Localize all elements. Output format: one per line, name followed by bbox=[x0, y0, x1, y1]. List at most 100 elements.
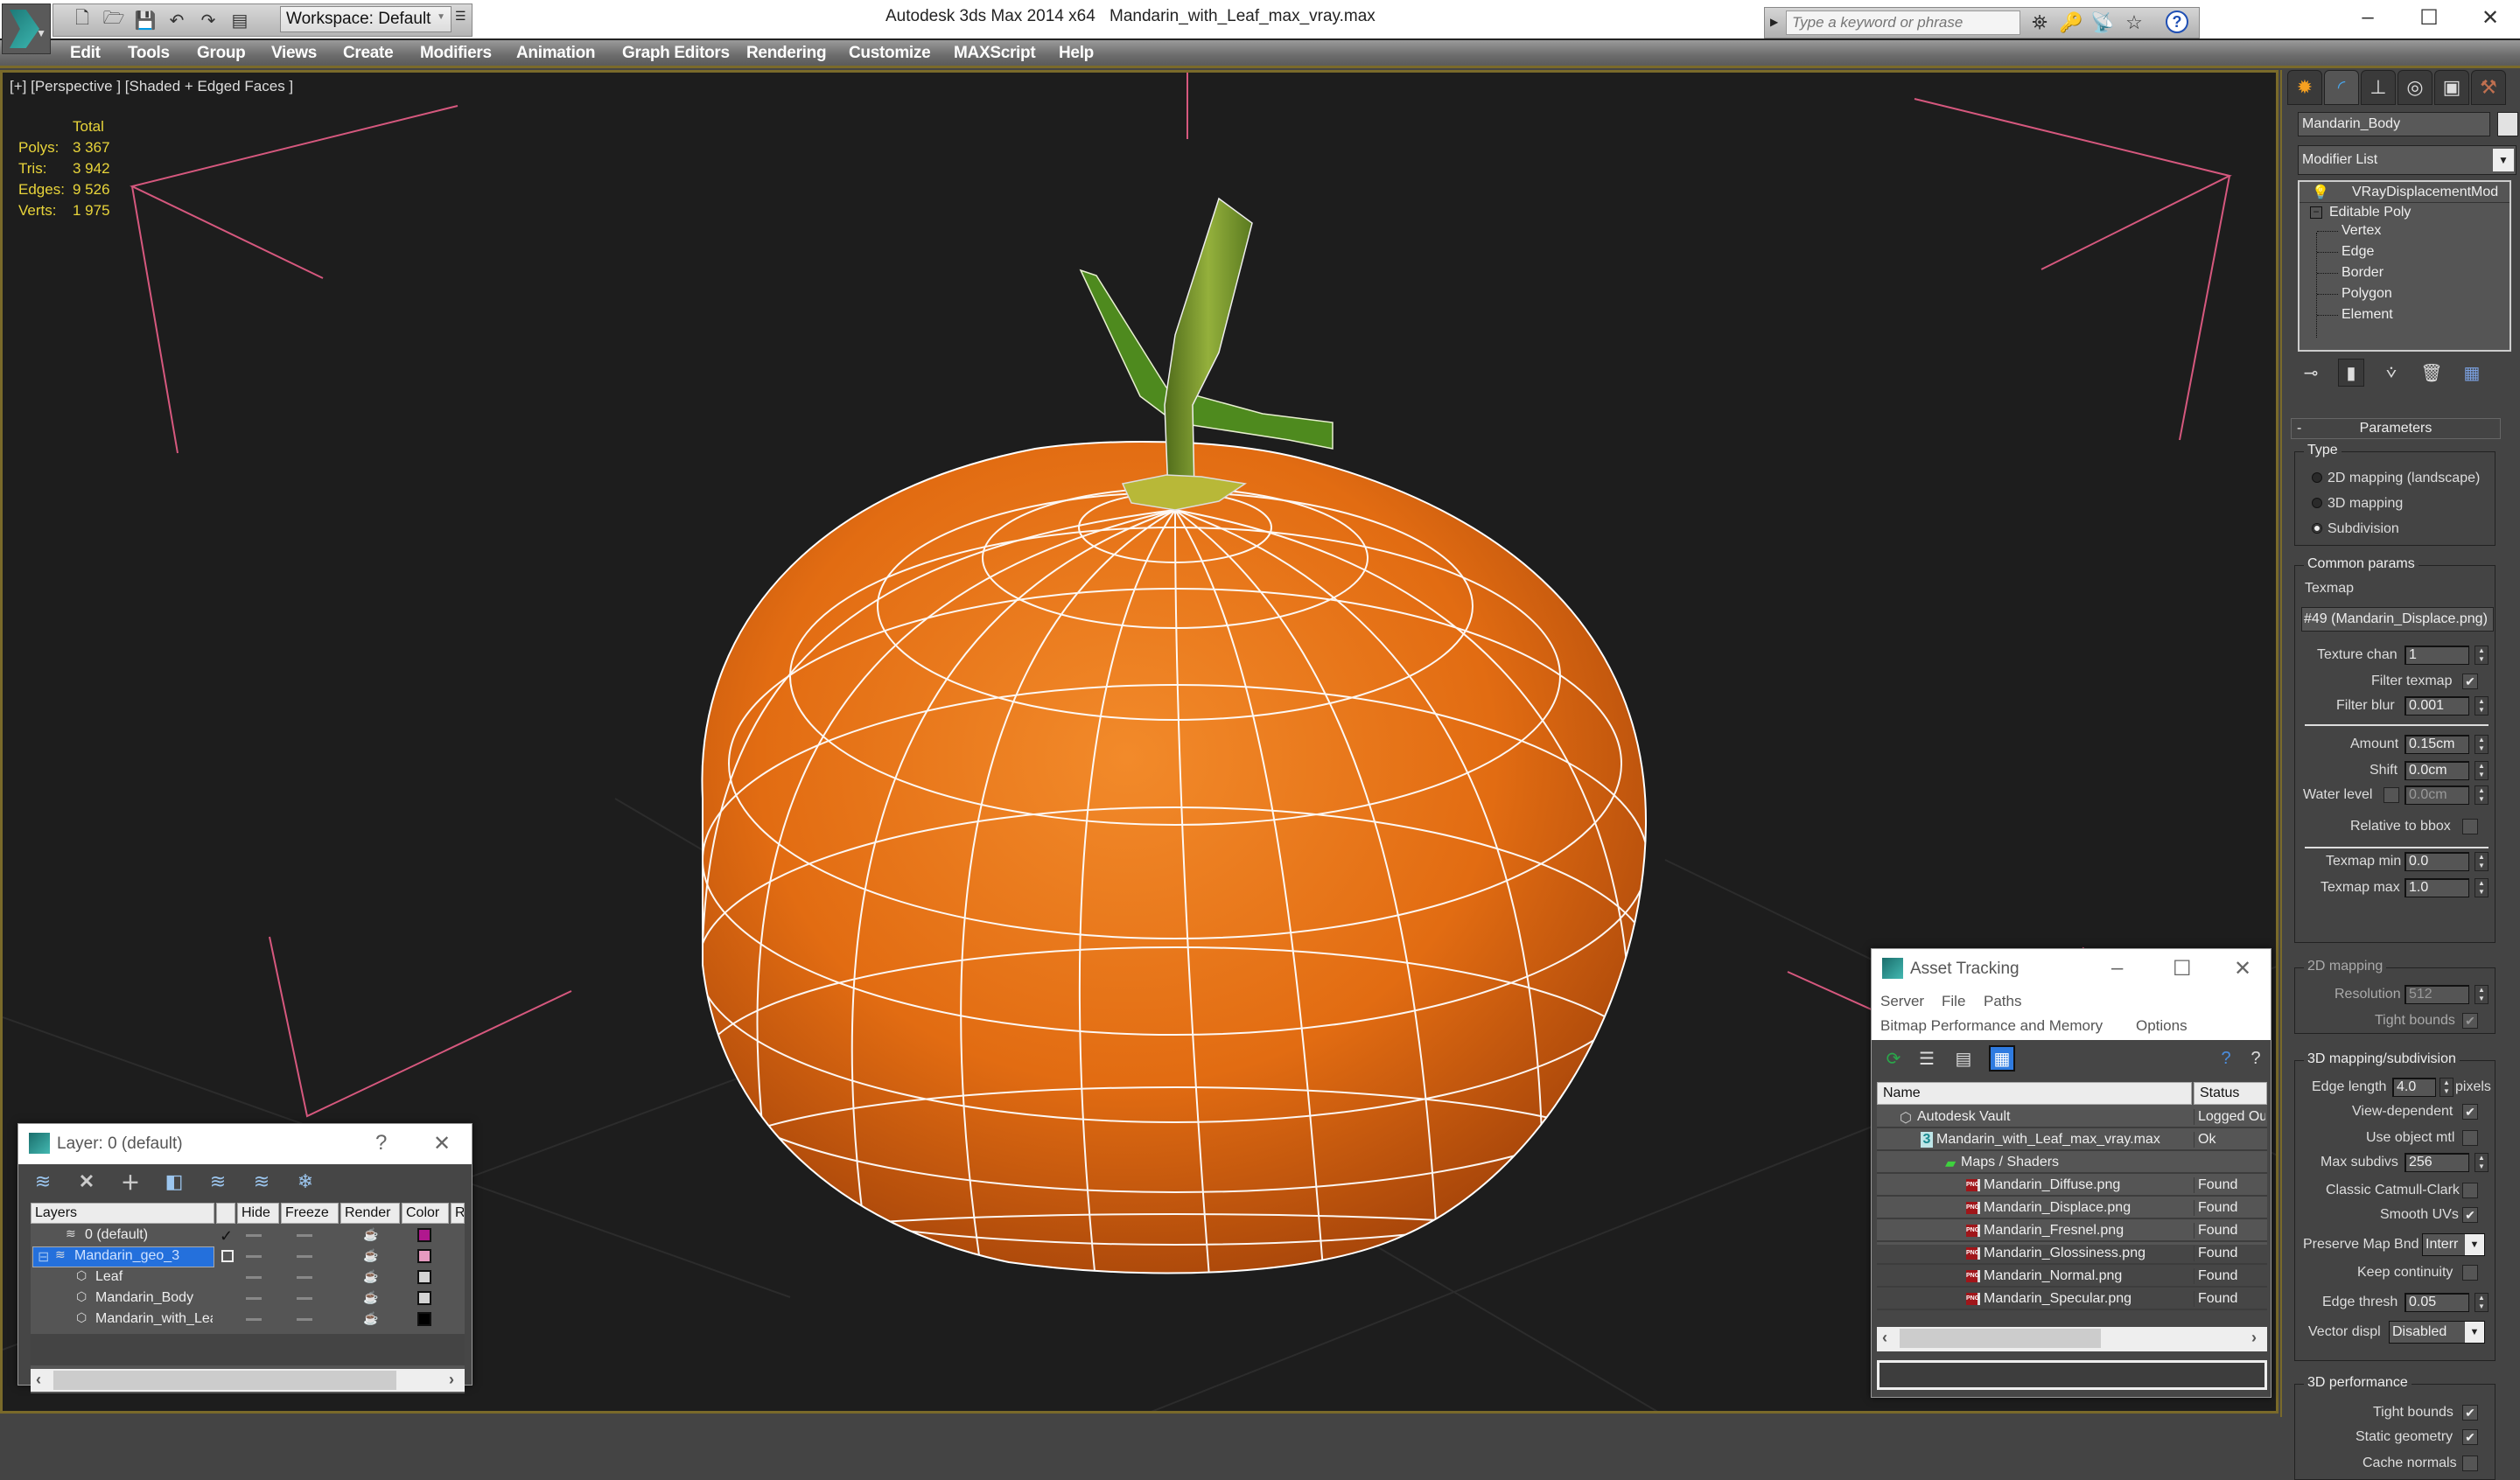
menu-help[interactable]: Help bbox=[1059, 44, 1094, 63]
app-menu-button[interactable]: ▼ bbox=[2, 3, 51, 54]
subobject-border[interactable]: Border bbox=[2300, 262, 2510, 283]
resolution-field[interactable]: 512 bbox=[2404, 985, 2469, 1004]
color-swatch[interactable] bbox=[417, 1291, 431, 1305]
spinner[interactable]: ▲ ▼ bbox=[2440, 1078, 2454, 1097]
star-icon[interactable]: ☆ bbox=[2122, 10, 2146, 35]
preserve-map-bnd-dropdown[interactable]: Interr ▼ bbox=[2422, 1233, 2485, 1256]
filter-texmap-checkbox[interactable]: ✔ bbox=[2462, 674, 2478, 689]
color-swatch[interactable] bbox=[417, 1312, 431, 1326]
spinner[interactable]: ▲ ▼ bbox=[2474, 852, 2488, 871]
scroll-thumb[interactable] bbox=[53, 1371, 396, 1390]
utilities-tab[interactable]: ⚒ bbox=[2471, 70, 2506, 105]
color-swatch[interactable] bbox=[417, 1228, 431, 1242]
scroll-left-icon[interactable]: ‹ bbox=[1882, 1329, 1887, 1347]
help-globe-icon[interactable]: ? bbox=[2213, 1045, 2239, 1072]
menu-edit[interactable]: Edit bbox=[70, 44, 101, 63]
smooth-uvs-checkbox[interactable]: ✔ bbox=[2462, 1207, 2478, 1223]
teapot-icon[interactable]: ☕ bbox=[363, 1227, 378, 1242]
help-icon[interactable]: ? bbox=[2166, 10, 2188, 33]
close-button[interactable]: ✕ bbox=[2234, 956, 2251, 981]
menu-file[interactable]: File bbox=[1942, 993, 1965, 1010]
catmull-clark-checkbox[interactable] bbox=[2462, 1183, 2478, 1198]
menu-tools[interactable]: Tools bbox=[128, 44, 170, 63]
hide-toggle[interactable] bbox=[246, 1234, 262, 1237]
object-name-field[interactable]: Mandarin_Body bbox=[2298, 112, 2490, 136]
hide-all-icon[interactable]: ≋ bbox=[249, 1169, 274, 1194]
vector-displ-dropdown[interactable]: Disabled ▼ bbox=[2389, 1321, 2485, 1344]
radio-3d-mapping[interactable]: 3D mapping bbox=[2312, 496, 2403, 512]
create-layer-icon[interactable]: ≋ bbox=[31, 1169, 55, 1194]
scroll-left-icon[interactable]: ‹ bbox=[36, 1371, 41, 1389]
maximize-button[interactable]: ☐ bbox=[2412, 5, 2446, 31]
configure-sets-icon[interactable]: ▦ bbox=[2459, 359, 2485, 387]
menu-paths[interactable]: Paths bbox=[1984, 993, 2021, 1010]
hide-toggle[interactable] bbox=[246, 1276, 262, 1279]
current-checkbox[interactable] bbox=[221, 1250, 234, 1262]
use-object-mtl-checkbox[interactable] bbox=[2462, 1130, 2478, 1146]
hierarchy-tab[interactable]: ⊥ bbox=[2361, 70, 2396, 105]
asset-row[interactable]: PNG Mandarin_Displace.png Found bbox=[1877, 1197, 2267, 1219]
collapse-icon[interactable]: ⊟ bbox=[38, 1248, 49, 1266]
teapot-icon[interactable]: ☕ bbox=[363, 1248, 378, 1263]
tree-view-icon[interactable]: ▤ bbox=[1950, 1045, 1977, 1072]
filter-blur-field[interactable]: 0.001 bbox=[2404, 696, 2469, 716]
context-help-icon[interactable]: ? bbox=[2243, 1045, 2269, 1072]
scroll-thumb[interactable] bbox=[1900, 1329, 2101, 1348]
teapot-icon[interactable]: ☕ bbox=[363, 1290, 378, 1305]
menu-maxscript[interactable]: MAXScript bbox=[954, 44, 1036, 63]
asset-dialog-titlebar[interactable]: Asset Tracking – ☐ ✕ bbox=[1872, 949, 2271, 989]
motion-tab[interactable]: ◎ bbox=[2398, 70, 2432, 105]
menu-views[interactable]: Views bbox=[271, 44, 317, 63]
freeze-all-icon[interactable]: ❄ bbox=[293, 1169, 318, 1194]
subobject-element[interactable]: Element bbox=[2300, 304, 2510, 325]
col-freeze[interactable]: Freeze bbox=[281, 1203, 339, 1224]
help-button[interactable]: ? bbox=[375, 1131, 387, 1155]
modifier-list-dropdown[interactable]: Modifier List ▼ bbox=[2298, 145, 2516, 175]
spinner[interactable]: ▲ ▼ bbox=[2474, 878, 2488, 897]
search-input[interactable] bbox=[1786, 10, 2020, 35]
customize-qat-icon[interactable]: ☰ bbox=[455, 9, 469, 30]
menu-bitmap-performance[interactable]: Bitmap Performance and Memory bbox=[1880, 1017, 2103, 1035]
stack-item-vray-displacement[interactable]: 💡 VRayDisplacementMod bbox=[2300, 182, 2510, 203]
water-level-checkbox[interactable] bbox=[2384, 787, 2399, 803]
menu-animation[interactable]: Animation bbox=[516, 44, 595, 63]
col-render[interactable]: Render bbox=[340, 1203, 400, 1224]
undo-icon[interactable]: ↶ bbox=[165, 9, 188, 31]
project-folder-icon[interactable]: ▤ bbox=[228, 9, 251, 31]
subobject-polygon[interactable]: Polygon bbox=[2300, 283, 2510, 304]
col-color[interactable]: Color bbox=[402, 1203, 449, 1224]
save-icon[interactable]: 💾 bbox=[134, 9, 157, 31]
show-end-result-icon[interactable]: ▮ bbox=[2338, 359, 2364, 387]
mandarin-body[interactable] bbox=[701, 440, 1648, 1274]
collapse-icon[interactable]: − bbox=[2310, 206, 2322, 219]
redo-icon[interactable]: ↷ bbox=[197, 9, 220, 31]
static-geometry-checkbox[interactable]: ✔ bbox=[2462, 1429, 2478, 1445]
asset-row[interactable]: PNG Mandarin_Fresnel.png Found bbox=[1877, 1220, 2267, 1242]
minimize-button[interactable]: – bbox=[2350, 5, 2385, 30]
asset-row[interactable]: ▰ Maps / Shaders bbox=[1877, 1152, 2267, 1174]
scroll-right-icon[interactable]: › bbox=[2251, 1329, 2257, 1347]
hide-toggle[interactable] bbox=[246, 1255, 262, 1258]
spinner[interactable]: ▲ ▼ bbox=[2474, 985, 2488, 1004]
asset-row[interactable]: PNG Mandarin_Normal.png Found bbox=[1877, 1266, 2267, 1288]
texture-chan-field[interactable]: 1 bbox=[2404, 646, 2469, 665]
spinner[interactable]: ▲ ▼ bbox=[2474, 1153, 2488, 1172]
menu-options[interactable]: Options bbox=[2136, 1017, 2188, 1035]
minimize-button[interactable]: – bbox=[2111, 956, 2123, 981]
spinner[interactable]: ▲ ▼ bbox=[2474, 1293, 2488, 1312]
menu-group[interactable]: Group bbox=[197, 44, 246, 63]
freeze-toggle[interactable] bbox=[297, 1234, 312, 1237]
view-dependent-checkbox[interactable]: ✔ bbox=[2462, 1104, 2478, 1120]
col-hide[interactable]: Hide bbox=[237, 1203, 279, 1224]
col-name[interactable]: Name bbox=[1877, 1082, 2192, 1105]
col-status[interactable]: Status bbox=[2194, 1082, 2267, 1105]
asset-row[interactable]: PNG Mandarin_Diffuse.png Found bbox=[1877, 1175, 2267, 1197]
close-button[interactable]: ✕ bbox=[2473, 5, 2508, 31]
new-file-icon[interactable]: 🗋 bbox=[71, 9, 94, 31]
layer-row[interactable]: ≋ 0 (default) ✓ ☕ bbox=[31, 1225, 465, 1246]
edge-length-field[interactable]: 4.0 bbox=[2392, 1078, 2436, 1097]
pin-stack-icon[interactable]: ⊸ bbox=[2298, 359, 2324, 387]
lightbulb-icon[interactable]: 💡 bbox=[2312, 184, 2329, 201]
amount-field[interactable]: 0.15cm bbox=[2404, 735, 2469, 754]
freeze-toggle[interactable] bbox=[297, 1297, 312, 1300]
